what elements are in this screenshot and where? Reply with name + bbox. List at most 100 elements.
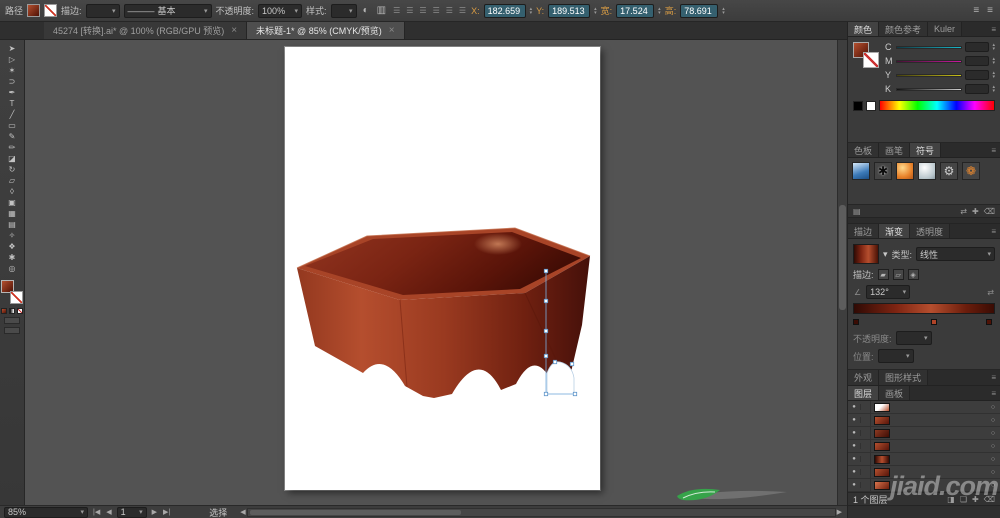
preview-mode-icon[interactable]: ◐	[361, 5, 371, 16]
blend-tool[interactable]: ❖	[0, 241, 24, 252]
previous-artboard-icon[interactable]: ◀	[105, 508, 112, 516]
horizontal-scrollbar-thumb[interactable]	[249, 509, 461, 515]
layer-row[interactable]: ● ○	[848, 401, 1000, 414]
channel-slider[interactable]	[896, 59, 963, 63]
gradient-slider-bar[interactable]	[853, 303, 995, 314]
y-position-field[interactable]: 189.513	[548, 3, 591, 18]
layer-row[interactable]: ● ○	[848, 439, 1000, 453]
target-circle-icon[interactable]: ○	[986, 469, 1000, 476]
height-stepper[interactable]: ▴ ▾	[722, 6, 725, 15]
x-position-field[interactable]: 182.659	[483, 3, 526, 18]
new-sublayer-icon[interactable]: ❏	[960, 495, 967, 504]
anchor-point[interactable]	[569, 361, 575, 367]
symbol-gear[interactable]: ⚙	[940, 162, 958, 180]
anchor-point[interactable]	[543, 391, 549, 397]
symbol-orange-flower[interactable]: ❁	[962, 162, 980, 180]
eyedropper-tool[interactable]: ✧	[0, 230, 24, 241]
symbol-libraries-icon[interactable]: ▤	[853, 207, 861, 216]
symbol-blue-square[interactable]	[852, 162, 870, 180]
gradient-type-select[interactable]: 线性 ▾	[916, 247, 995, 261]
panel-menu-icon[interactable]: ≡	[987, 22, 1000, 36]
lock-toggle[interactable]	[861, 401, 871, 414]
gradient-stop[interactable]	[853, 319, 859, 325]
pencil-tool[interactable]: ✏	[0, 142, 24, 153]
visibility-eye-icon[interactable]: ●	[848, 404, 861, 410]
gradient-stop[interactable]	[931, 319, 938, 325]
vertical-scrollbar-thumb[interactable]	[839, 205, 846, 310]
magic-wand-tool[interactable]: ✶	[0, 65, 24, 76]
none-mode-button[interactable]	[17, 308, 23, 314]
height-field[interactable]: 78.691	[680, 3, 719, 18]
draw-mode-button[interactable]	[4, 317, 20, 324]
anchor-point[interactable]	[552, 359, 558, 365]
lock-toggle[interactable]	[861, 452, 871, 466]
channel-value-field[interactable]	[965, 56, 990, 66]
stroke-weight-select[interactable]: ▾	[85, 3, 120, 18]
panel-tab[interactable]: 图形样式	[879, 370, 929, 385]
lock-toggle[interactable]	[861, 439, 871, 453]
horizontal-scrollbar[interactable]: ◀ ▶	[239, 507, 843, 518]
gradient-angle-select[interactable]: 132° ▾	[866, 285, 911, 299]
panel-menu-icon[interactable]: ≡	[987, 370, 1000, 385]
panel-menu-icon[interactable]: ≡	[987, 224, 1000, 238]
channel-value-field[interactable]	[965, 42, 990, 52]
y-stepper[interactable]: ▴ ▾	[594, 6, 597, 15]
style-select[interactable]: ▾	[330, 3, 357, 18]
panel-tab[interactable]: 色板	[848, 143, 880, 157]
panel-menu-icon[interactable]: ≡	[987, 386, 1000, 400]
first-artboard-icon[interactable]: |◀	[92, 508, 101, 516]
new-layer-icon[interactable]: ✚	[972, 495, 979, 504]
channel-value-field[interactable]	[965, 70, 990, 80]
artboard-navigation-field[interactable]: 1 ▾	[116, 506, 147, 518]
paintbrush-tool[interactable]: ✎	[0, 131, 24, 142]
panel-tab[interactable]: 外观	[848, 370, 880, 385]
line-segment-tool[interactable]: ╱	[0, 109, 24, 120]
target-circle-icon[interactable]: ○	[986, 417, 1000, 424]
target-circle-icon[interactable]: ○	[986, 443, 1000, 450]
pen-tool[interactable]: ✒	[0, 87, 24, 98]
rectangle-tool[interactable]: ▭	[0, 120, 24, 131]
white-swatch[interactable]	[866, 100, 876, 111]
layer-row[interactable]: ● ○	[848, 426, 1000, 440]
fill-color-swatch[interactable]	[27, 4, 41, 17]
visibility-eye-icon[interactable]: ●	[848, 456, 861, 462]
scroll-right-icon[interactable]: ▶	[836, 508, 843, 516]
brush-definition-select[interactable]: ——— 基本 ▾	[123, 3, 212, 18]
document-tab[interactable]: 45274 [转换].ai* @ 100% (RGB/GPU 预览) ×	[44, 22, 248, 39]
lock-toggle[interactable]	[861, 426, 871, 440]
gradient-stop[interactable]	[986, 319, 992, 325]
gradient-tool[interactable]: ▤	[0, 219, 24, 230]
align-icon[interactable]: ☰	[458, 6, 467, 15]
visibility-eye-icon[interactable]: ●	[848, 482, 861, 488]
last-artboard-icon[interactable]: ▶|	[162, 508, 171, 516]
target-circle-icon[interactable]: ○	[986, 404, 1000, 411]
align-icon[interactable]: ☰	[392, 6, 401, 15]
panel-tab[interactable]: Kuler	[928, 22, 963, 36]
channel-stepper[interactable]: ▴ ▾	[992, 71, 995, 80]
anchor-point[interactable]	[543, 353, 549, 359]
channel-stepper[interactable]: ▴ ▾	[992, 57, 995, 66]
layer-row[interactable]: ● ○	[848, 452, 1000, 466]
anchor-point[interactable]	[543, 298, 549, 304]
gradient-location-select[interactable]: ▾	[877, 349, 914, 363]
panel-tab[interactable]: 透明度	[910, 224, 951, 238]
channel-slider[interactable]	[896, 73, 963, 77]
zoom-level-select[interactable]: 85% ▾	[4, 506, 88, 518]
channel-slider[interactable]	[896, 45, 963, 49]
panel-tab[interactable]: 颜色参考	[879, 22, 929, 36]
symbol-light-sphere[interactable]	[918, 162, 936, 180]
panel-tab[interactable]: 画笔	[879, 143, 911, 157]
lock-toggle[interactable]	[861, 465, 871, 479]
stroke-swatch[interactable]	[10, 291, 23, 304]
stroke-proxy-swatch[interactable]	[863, 52, 879, 68]
channel-slider[interactable]	[896, 87, 963, 91]
lock-toggle[interactable]	[861, 478, 871, 492]
width-stepper[interactable]: ▴ ▾	[658, 6, 661, 15]
vertical-scrollbar[interactable]	[837, 40, 847, 505]
black-swatch[interactable]	[853, 100, 863, 111]
selection-tool[interactable]: ➤	[0, 43, 24, 54]
stroke-color-swatch[interactable]	[44, 4, 58, 17]
mesh-tool[interactable]: ▦	[0, 208, 24, 219]
chevron-down-icon[interactable]: ▾	[883, 249, 888, 260]
close-icon[interactable]: ×	[389, 25, 395, 36]
